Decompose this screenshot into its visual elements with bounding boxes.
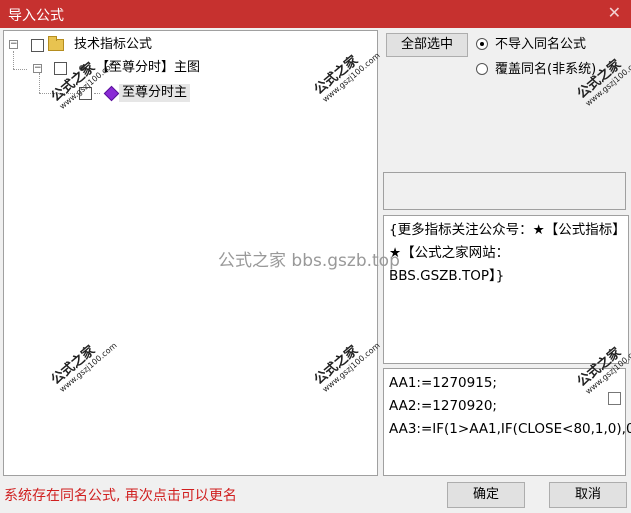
empty-field — [383, 172, 626, 210]
child-checkbox[interactable] — [54, 62, 67, 75]
collapse-icon[interactable]: − — [9, 40, 18, 49]
title-bar: 导入公式 ✕ — [0, 0, 631, 28]
formula-icon — [103, 85, 120, 102]
ok-button[interactable]: 确定 — [447, 482, 525, 508]
description-text: {更多指标关注公众号：★【公式指标】★【公式之家网站：BBS.GSZB.TOP】… — [389, 222, 619, 284]
tree-node-label: 至尊分时主 — [119, 84, 191, 102]
tree-node-child[interactable]: − 【至尊分时】主图 — [4, 59, 244, 77]
close-icon[interactable]: ✕ — [608, 3, 621, 22]
code-checkbox[interactable] — [608, 392, 621, 405]
formula-group-icon — [79, 65, 85, 71]
tree-node-root[interactable]: − 技术指标公式 — [4, 36, 204, 54]
tree-node-leaf[interactable]: 至尊分时主 — [4, 84, 244, 102]
select-all-button[interactable]: 全部选中 — [386, 33, 468, 57]
collapse-icon[interactable]: − — [33, 64, 42, 73]
radio-label: 不导入同名公式 — [495, 37, 587, 52]
window-title: 导入公式 — [8, 8, 64, 24]
tree-node-label: 【至尊分时】主图 — [96, 60, 201, 75]
cancel-button[interactable]: 取消 — [549, 482, 627, 508]
watermark-text: 公式之家 bbs.gszb.top — [218, 251, 400, 271]
radio-button[interactable] — [476, 63, 488, 75]
folder-icon — [48, 36, 64, 51]
code-text: AA1:=1270915; AA2:=1270920; AA3:=IF(1>AA… — [389, 375, 631, 437]
leaf-checkbox[interactable] — [79, 87, 92, 100]
description-box[interactable]: {更多指标关注公众号：★【公式指标】★【公式之家网站：BBS.GSZB.TOP】… — [383, 215, 629, 364]
radio-label: 覆盖同名(非系统) — [495, 62, 597, 77]
tree-node-label: 技术指标公式 — [74, 37, 153, 52]
status-message: 系统存在同名公式, 再次点击可以更名 — [4, 488, 237, 504]
root-checkbox[interactable] — [31, 39, 44, 52]
code-box[interactable]: AA1:=1270915; AA2:=1270920; AA3:=IF(1>AA… — [383, 368, 631, 476]
radio-button[interactable] — [476, 38, 488, 50]
